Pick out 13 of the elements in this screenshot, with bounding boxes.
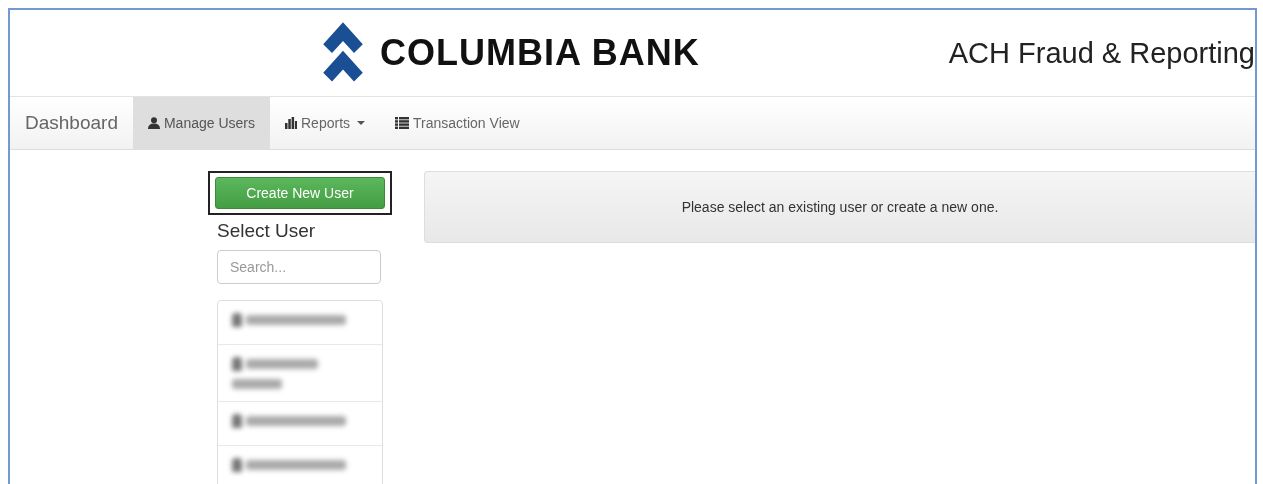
info-message: Please select an existing user or create a new one. — [681, 199, 999, 215]
list-icon — [395, 117, 410, 129]
bar-chart-icon — [285, 117, 297, 129]
search-field[interactable]: Search... — [217, 250, 381, 284]
brand-link[interactable]: Dashboard — [10, 97, 133, 149]
logo-text: COLUMBIA BANK — [380, 32, 700, 74]
nav-tab[interactable]: Manage Users — [132, 97, 270, 149]
nav-tab[interactable]: Reports — [270, 97, 381, 149]
create-user-button[interactable]: Create New User — [215, 177, 385, 209]
user-icon — [147, 117, 160, 129]
nav-tab[interactable]: Transaction View — [380, 97, 535, 149]
page-title: ACH Fraud & Reporting — [948, 36, 1255, 70]
section-heading: Select User — [217, 220, 317, 242]
